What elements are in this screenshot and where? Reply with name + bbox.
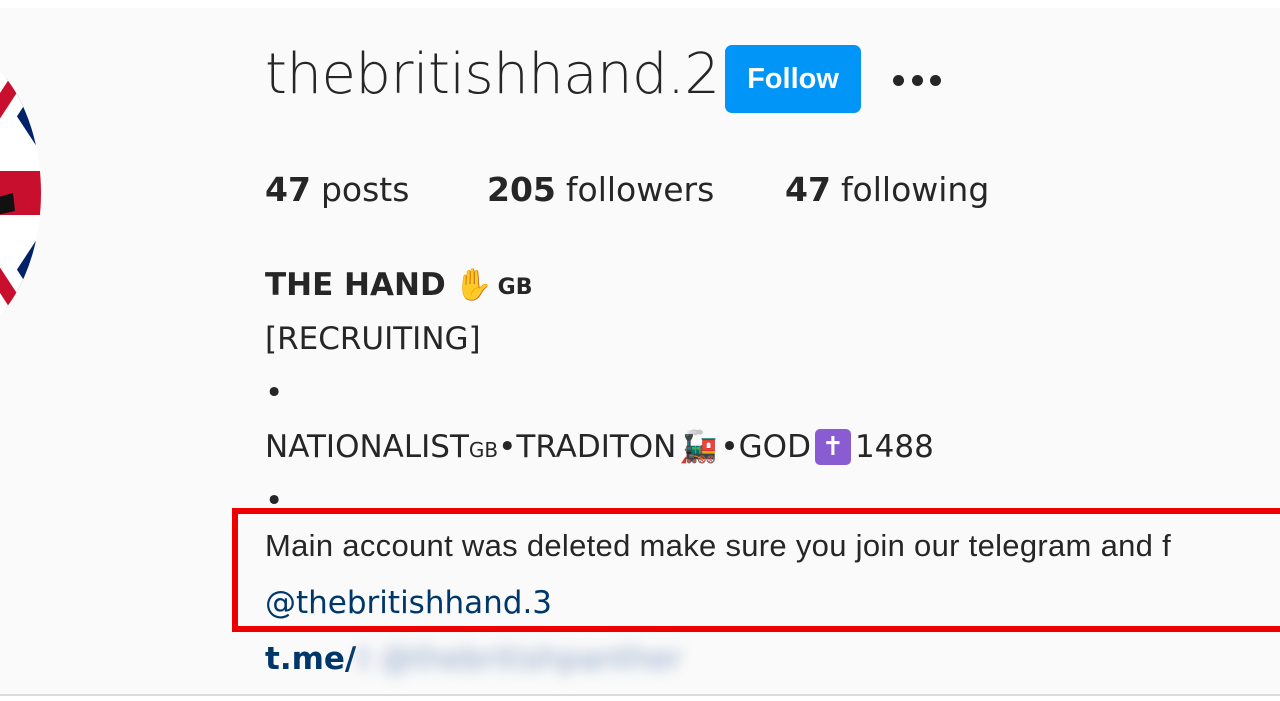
bio-mention-link[interactable]: @thebritishhand.3 <box>265 585 552 621</box>
followers-stat[interactable]: 205 followers <box>487 170 714 209</box>
follow-button[interactable]: Follow <box>725 45 861 113</box>
bio-bullet-2: • <box>265 483 284 519</box>
posts-label: posts <box>320 170 410 209</box>
link-prefix: t.me/ <box>265 641 357 677</box>
latin-cross-icon: ✝ <box>814 429 851 465</box>
bio-external-link[interactable]: t.me/ t @thebritishpanther <box>265 641 682 677</box>
gb-flag-icon: GB <box>468 438 499 462</box>
bio-main-text: Main account was deleted make sure you j… <box>265 528 1172 563</box>
number-text: 1488 <box>854 429 934 465</box>
gb-flag-icon: GB <box>497 275 533 300</box>
nationalist-text: NATIONALIST <box>265 429 469 465</box>
union-jack-flag-icon <box>0 43 41 343</box>
profile-header: thebritishhand.2 Follow 47 posts 205 follo… <box>0 8 1280 696</box>
god-text: •GOD <box>720 429 811 465</box>
full-name: THE HAND <box>265 267 446 303</box>
followers-label: followers <box>565 170 715 209</box>
bio-values-line: NATIONALIST GB •TRADITON 🚂 •GOD ✝ 1488 <box>265 420 934 474</box>
followers-count: 205 <box>487 170 556 209</box>
dot <box>930 74 941 86</box>
bio-recruiting-line: [RECRUITING] <box>265 321 481 357</box>
posts-stat: 47 posts <box>265 170 409 209</box>
following-label: following <box>840 170 990 209</box>
profile-avatar[interactable] <box>0 43 41 343</box>
posts-count: 47 <box>265 170 311 209</box>
following-stat[interactable]: 47 following <box>785 170 989 209</box>
raised-hand-icon: ✋ <box>454 267 493 303</box>
dot <box>893 74 904 86</box>
traditon-text: •TRADITON <box>498 429 677 465</box>
profile-bio: THE HAND ✋ GB [RECRUITING] • NATIONALIST… <box>265 258 934 528</box>
bio-name-line: THE HAND ✋ GB <box>265 258 934 312</box>
more-options-icon[interactable] <box>893 72 941 88</box>
link-redacted: t @thebritishpanther <box>358 641 682 677</box>
profile-username: thebritishhand.2 <box>265 42 720 107</box>
bio-bullet-1: • <box>265 375 284 411</box>
train-icon: 🚂 <box>679 429 718 465</box>
following-count: 47 <box>785 170 831 209</box>
dot <box>911 74 923 86</box>
